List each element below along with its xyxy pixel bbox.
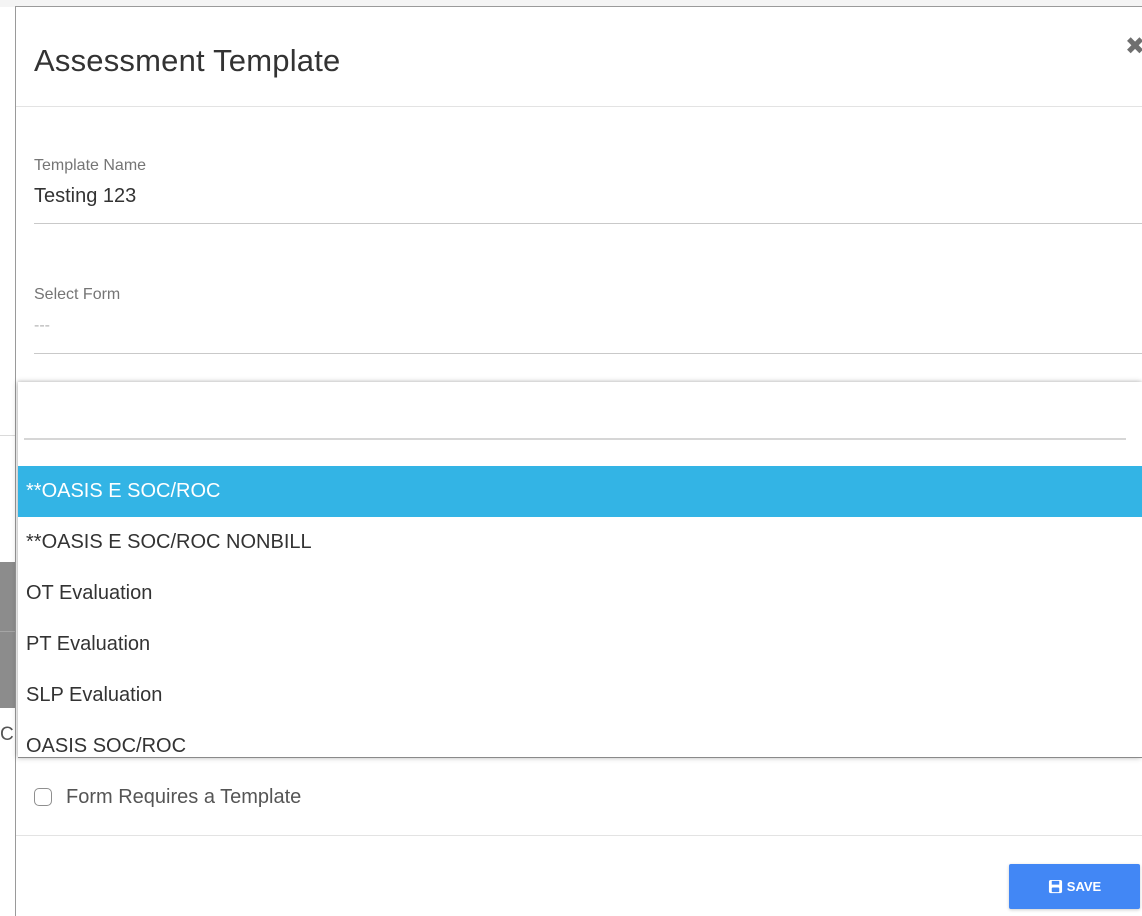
select-form-underline: [34, 353, 1142, 354]
save-button[interactable]: SAVE: [1009, 864, 1140, 909]
template-name-input[interactable]: Testing 123: [34, 185, 136, 208]
dropdown-option[interactable]: OASIS SOC/ROC: [18, 721, 1142, 757]
close-icon[interactable]: ✖: [1125, 35, 1142, 59]
template-name-underline: [34, 223, 1142, 224]
select-form-dropdown: **OASIS E SOC/ROC **OASIS E SOC/ROC NONBI…: [18, 382, 1142, 758]
footer-divider: [16, 835, 1142, 836]
select-form-value[interactable]: ---: [34, 317, 50, 335]
dropdown-option[interactable]: **OASIS E SOC/ROC NONBILL: [18, 517, 1142, 568]
save-button-label: SAVE: [1066, 879, 1102, 894]
dropdown-option[interactable]: PT Evaluation: [18, 619, 1142, 670]
template-name-label: Template Name: [34, 157, 147, 174]
form-requires-template-checkbox[interactable]: Form Requires a Template: [34, 784, 301, 810]
modal-title: Assessment Template: [34, 43, 341, 78]
save-icon: [1048, 879, 1062, 894]
header-divider: [16, 106, 1142, 107]
dropdown-option[interactable]: OT Evaluation: [18, 568, 1142, 619]
checkbox-box[interactable]: [34, 788, 52, 806]
dropdown-options-list: **OASIS E SOC/ROC **OASIS E SOC/ROC NONBI…: [18, 466, 1142, 757]
dropdown-search-input[interactable]: [24, 400, 1126, 440]
dropdown-option[interactable]: **OASIS E SOC/ROC: [18, 466, 1142, 517]
select-form-label: Select Form: [34, 286, 121, 303]
dropdown-option[interactable]: SLP Evaluation: [18, 670, 1142, 721]
checkbox-label: Form Requires a Template: [66, 785, 302, 808]
